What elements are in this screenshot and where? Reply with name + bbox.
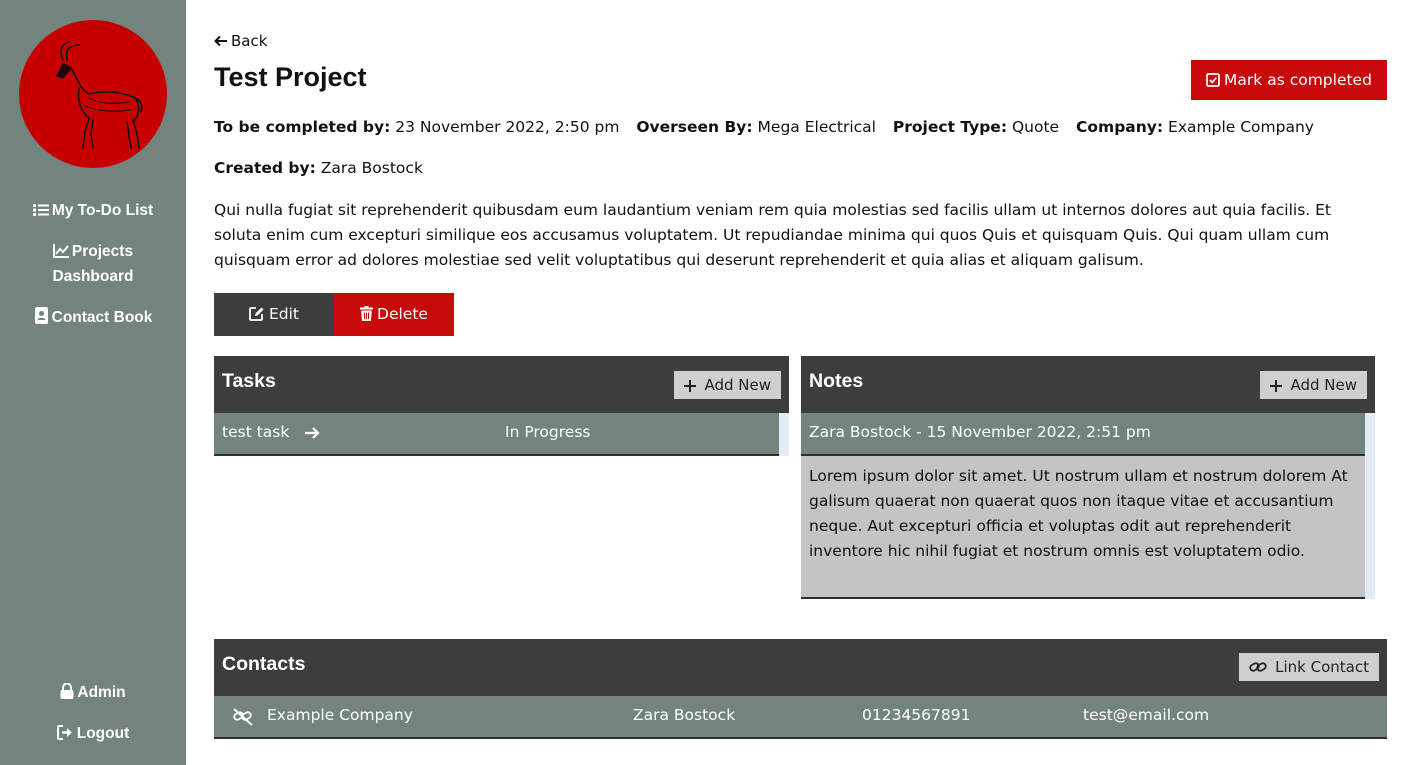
task-status: In Progress [505,423,591,441]
contact-phone: 01234567891 [862,706,971,724]
page-title: Test Project [214,62,367,92]
sidebar-item-projects-dashboard[interactable]: Projects Dashboard [0,239,186,289]
mark-completed-button[interactable]: Mark as completed [1191,60,1387,100]
lock-icon [60,682,74,699]
main-content: Back Test Project Mark as completed To b… [214,0,1387,765]
antelope-icon [55,41,143,149]
contact-email: test@email.com [1083,706,1210,724]
project-description: Qui nulla fugiat sit reprehenderit quibu… [214,201,1332,269]
sidebar-item-logout[interactable]: Logout [0,721,186,746]
sidebar-item-label: Admin [77,684,126,701]
contacts-title: Contacts [222,653,306,675]
note-author-date: Zara Bostock - 15 November 2022, 2:51 pm [809,423,1151,441]
sidebar-item-label: Projects [71,243,134,260]
overseen-by-value: Mega Electrical [757,118,876,136]
plus-icon [684,380,697,392]
delete-button[interactable]: Delete [334,293,454,336]
list-icon [32,204,49,216]
project-type: Project Type: Quote [893,118,1059,136]
task-row[interactable]: test task In Progress [214,413,779,456]
mark-completed-label: Mark as completed [1224,71,1372,89]
created-by-label: Created by: [214,159,316,177]
edit-label: Edit [268,305,300,323]
contact-row[interactable]: Example Company Zara Bostock 01234567891… [214,696,1387,739]
completed-by-label: To be completed by: [214,118,391,136]
address-book-icon [34,307,48,324]
created-by-value: Zara Bostock [320,159,423,177]
check-square-icon [1206,73,1220,87]
add-note-button[interactable]: Add New [1260,371,1367,399]
tasks-scrollbar[interactable] [779,413,789,456]
link-icon [1249,662,1267,672]
sidebar-item-label-line2: Dashboard [52,268,134,285]
sidebar-item-label: Logout [76,725,130,742]
sidebar-item-admin[interactable]: Admin [0,680,186,705]
chart-line-icon [52,244,69,258]
company: Company: Example Company [1076,118,1314,136]
logout-icon [56,725,72,740]
company-value: Example Company [1168,118,1314,136]
sidebar-item-todo[interactable]: My To-Do List [0,198,186,223]
overseen-by: Overseen By: Mega Electrical [636,118,876,136]
sidebar-item-contact-book[interactable]: Contact Book [0,305,186,330]
delete-label: Delete [377,305,428,323]
notes-panel-header: Notes Add New [801,356,1375,413]
task-name: test task [222,423,290,441]
completed-by-value: 23 November 2022, 2:50 pm [395,118,620,136]
antelope-logo[interactable] [19,20,167,168]
overseen-by-label: Overseen By: [636,118,753,136]
link-contact-label: Link Contact [1275,658,1369,676]
contact-name: Zara Bostock [633,706,736,724]
unlink-icon[interactable] [232,708,254,726]
note-body: Lorem ipsum dolor sit amet. Ut nostrum u… [801,456,1365,599]
created-by: Created by: Zara Bostock [214,159,423,177]
sidebar-item-label: Contact Book [51,309,153,326]
notes-title: Notes [809,370,864,392]
contacts-panel-header: Contacts Link Contact [214,639,1387,696]
tasks-panel-header: Tasks Add New [214,356,789,413]
arrow-left-icon [214,35,227,47]
add-note-label: Add New [1290,376,1357,394]
sidebar: My To-Do List Projects Dashboard Contact… [0,0,186,765]
back-link[interactable]: Back [214,32,267,50]
project-type-label: Project Type: [892,118,1008,136]
link-contact-button[interactable]: Link Contact [1239,653,1379,681]
back-label: Back [231,32,268,50]
add-task-button[interactable]: Add New [674,371,781,399]
plus-icon [1270,380,1283,392]
edit-icon [249,307,264,321]
project-meta: To be completed by: 23 November 2022, 2:… [214,118,1326,136]
add-task-label: Add New [704,376,771,394]
arrow-right-icon[interactable] [304,426,320,440]
company-label: Company: [1076,118,1164,136]
sidebar-item-label: My To-Do List [51,202,154,219]
project-type-value: Quote [1011,118,1060,136]
completed-by: To be completed by: 23 November 2022, 2:… [214,118,619,136]
contact-company: Example Company [267,706,413,724]
edit-button[interactable]: Edit [214,293,334,336]
note-header[interactable]: Zara Bostock - 15 November 2022, 2:51 pm [801,413,1365,456]
notes-scrollbar[interactable] [1365,413,1375,599]
trash-icon [360,306,374,321]
tasks-title: Tasks [222,370,276,392]
